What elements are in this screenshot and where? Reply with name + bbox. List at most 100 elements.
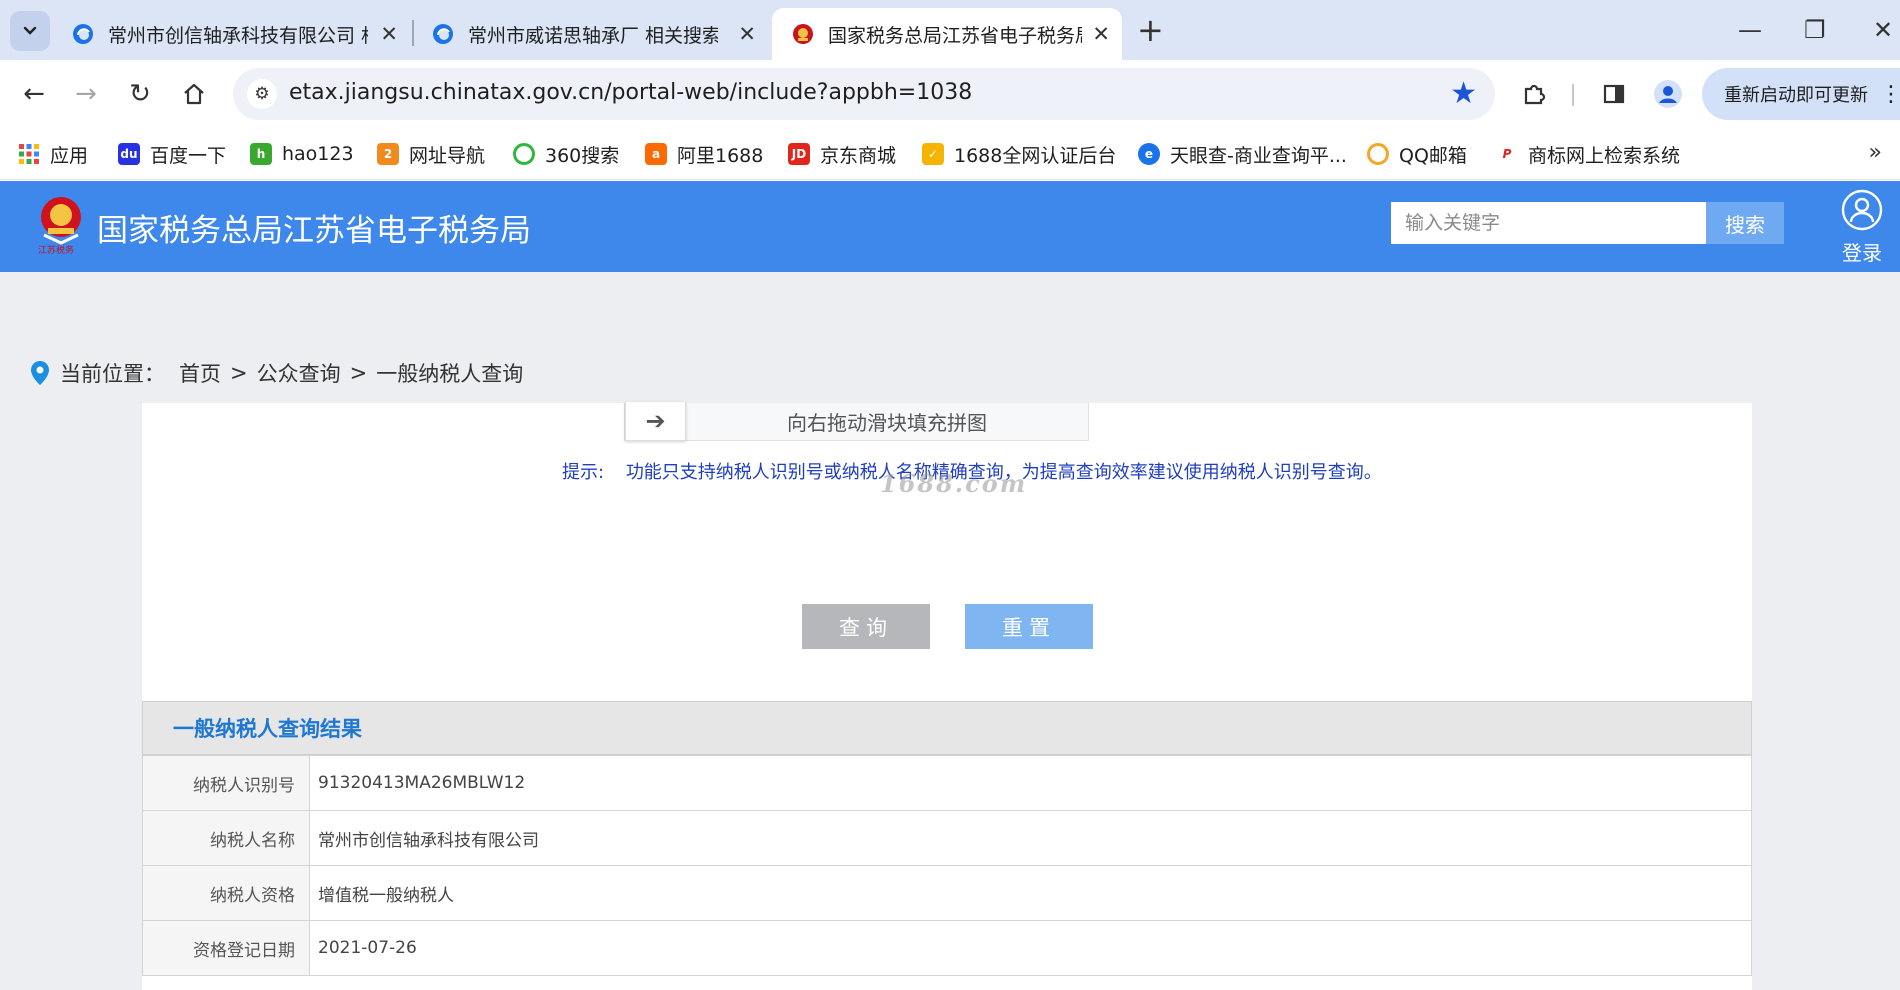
tab-weinuosi[interactable]: 常州市威诺思轴承厂 相关搜索结果 ✕	[412, 8, 768, 60]
home-button[interactable]	[174, 74, 214, 114]
site-search-button[interactable]: 搜索	[1706, 202, 1784, 244]
reset-button[interactable]: 重置	[965, 604, 1093, 649]
bookmark-baidu[interactable]: du 百度一下	[118, 140, 226, 168]
tab-etax-active[interactable]: 国家税务总局江苏省电子税务局 ✕	[772, 8, 1122, 60]
forward-button[interactable]: →	[66, 74, 106, 114]
bookmark-qqmail[interactable]: QQ邮箱	[1367, 140, 1467, 168]
reload-icon: ↻	[129, 79, 151, 109]
tab-title: 常州市威诺思轴承厂 相关搜索结果	[468, 24, 718, 47]
close-window-button[interactable]: ✕	[1873, 10, 1893, 50]
breadcrumb-label: 当前位置：	[60, 362, 165, 386]
side-panel-button[interactable]	[1594, 74, 1634, 114]
url-text: etax.jiangsu.chinatax.gov.cn/portal-web/…	[289, 80, 973, 105]
bookmark-1688[interactable]: a 阿里1688	[645, 140, 763, 168]
back-button[interactable]: ←	[14, 74, 54, 114]
apps-grid-icon	[19, 144, 39, 164]
side-panel-icon	[1603, 84, 1625, 104]
login-button[interactable]: 登录	[1832, 189, 1892, 266]
minimize-button[interactable]: —	[1738, 10, 1762, 50]
site-title: 国家税务总局江苏省电子税务局	[97, 213, 531, 249]
update-label: 重新启动即可更新	[1724, 85, 1868, 106]
bookmark-1688-cert[interactable]: ✓ 1688全网认证后台	[922, 140, 1116, 168]
restore-button[interactable]: ❐	[1804, 10, 1826, 50]
tab-search-button[interactable]	[10, 11, 50, 51]
edge-browser-icon: e	[1138, 143, 1160, 165]
query-button[interactable]: 查询	[802, 604, 930, 649]
bookmark-label: 应用	[50, 144, 89, 167]
bookmark-trademark[interactable]: P 商标网上检索系统	[1496, 140, 1680, 168]
extensions-button[interactable]	[1514, 74, 1554, 114]
browser-toolbar: ← → ↻ ⚙ etax.jiangsu.chinatax.gov.cn/por…	[0, 60, 1900, 128]
slider-handle[interactable]: ➔	[625, 402, 686, 441]
bookmark-360[interactable]: 360搜索	[513, 140, 619, 168]
result-value: 常州市创信轴承科技有限公司	[309, 810, 1752, 866]
breadcrumb: 当前位置： 首页 > 公众查询 > 一般纳税人查询	[30, 358, 523, 388]
table-row: 纳税人资格 增值税一般纳税人	[142, 865, 1752, 921]
chevron-down-icon	[23, 26, 37, 35]
bookmark-tianyancha[interactable]: e 天眼查-商业查询平...	[1138, 140, 1347, 168]
bookmark-label: 百度一下	[150, 144, 227, 167]
bookmark-2345[interactable]: 2 网址导航	[377, 140, 485, 168]
jd-icon: JD	[788, 143, 810, 165]
slider-instruction: 向右拖动滑块填充拼图	[787, 410, 987, 435]
tax-emblem-icon	[41, 197, 81, 245]
tax-emblem-icon	[793, 24, 813, 44]
user-icon	[1841, 189, 1883, 231]
profile-button[interactable]	[1648, 74, 1688, 114]
bookmark-star-icon[interactable]: ★	[1450, 76, 1477, 111]
bookmark-label: hao123	[282, 143, 354, 165]
breadcrumb-separator: >	[230, 361, 248, 385]
bookmarks-overflow-icon[interactable]: »	[1869, 140, 1882, 165]
bookmark-jd[interactable]: JD 京东商城	[788, 140, 896, 168]
trademark-icon: P	[1496, 143, 1518, 165]
cert-icon: ✓	[922, 143, 944, 165]
result-key: 纳税人识别号	[142, 755, 310, 811]
site-search-input[interactable]	[1391, 202, 1706, 244]
hint-label: 提示:	[562, 462, 605, 483]
edge-browser-icon	[433, 24, 453, 44]
slider-captcha: ➔ 向右拖动滑块填充拼图	[624, 402, 1089, 441]
result-key: 纳税人资格	[142, 865, 310, 921]
breadcrumb-separator: >	[349, 361, 368, 385]
close-tab-icon[interactable]: ✕	[370, 22, 398, 46]
result-key: 资格登记日期	[142, 920, 310, 976]
puzzle-icon	[1524, 84, 1546, 105]
arrow-right-icon: ➔	[645, 407, 666, 435]
result-value: 91320413MA26MBLW12	[309, 755, 1752, 811]
result-title: 一般纳税人查询结果	[142, 701, 1752, 755]
breadcrumb-home[interactable]: 首页	[179, 358, 221, 388]
table-row: 纳税人识别号 91320413MA26MBLW12	[142, 755, 1752, 811]
breadcrumb-current: 一般纳税人查询	[376, 362, 524, 386]
bookmark-label: 360搜索	[545, 144, 620, 167]
bookmark-label: QQ邮箱	[1399, 144, 1467, 167]
result-value: 增值税一般纳税人	[309, 865, 1752, 921]
address-bar[interactable]: ⚙ etax.jiangsu.chinatax.gov.cn/portal-we…	[233, 68, 1495, 120]
site-info-icon[interactable]: ⚙	[247, 79, 277, 109]
result-value: 2021-07-26	[309, 920, 1752, 976]
bookmark-label: 阿里1688	[677, 144, 764, 167]
reload-button[interactable]: ↻	[120, 74, 160, 114]
arrow-right-icon: →	[75, 79, 97, 109]
table-row: 纳税人名称 常州市创信轴承科技有限公司	[142, 810, 1752, 866]
site-header: 江苏税务 国家税务总局江苏省电子税务局 搜索 登录	[0, 181, 1900, 272]
update-chrome-button[interactable]: 重新启动即可更新 ⋮	[1702, 68, 1900, 120]
new-tab-button[interactable]: +	[1137, 10, 1164, 50]
home-icon	[184, 83, 204, 105]
tab-chuangxin[interactable]: 常州市创信轴承科技有限公司 相关搜索 ✕	[52, 8, 410, 60]
more-menu-icon[interactable]: ⋮	[1880, 82, 1900, 107]
toolbar-divider	[1572, 84, 1574, 106]
bookmark-hao123[interactable]: h hao123	[250, 140, 354, 168]
location-pin-icon	[31, 361, 49, 385]
tab-title: 国家税务总局江苏省电子税务局	[828, 24, 1083, 47]
bookmark-apps[interactable]: 应用	[18, 140, 88, 168]
bookmark-label: 1688全网认证后台	[954, 144, 1117, 167]
watermark: 1688.com	[880, 469, 1028, 498]
baidu-paw-icon: du	[118, 143, 140, 165]
close-tab-icon[interactable]: ✕	[728, 22, 756, 46]
bookmark-label: 京东商城	[820, 144, 897, 167]
breadcrumb-public-query[interactable]: 公众查询	[257, 358, 341, 388]
edge-browser-icon	[73, 24, 93, 44]
result-table: 纳税人识别号 91320413MA26MBLW12 纳税人名称 常州市创信轴承科…	[142, 755, 1752, 976]
close-tab-icon[interactable]: ✕	[1082, 22, 1110, 46]
logo-caption: 江苏税务	[38, 246, 75, 256]
